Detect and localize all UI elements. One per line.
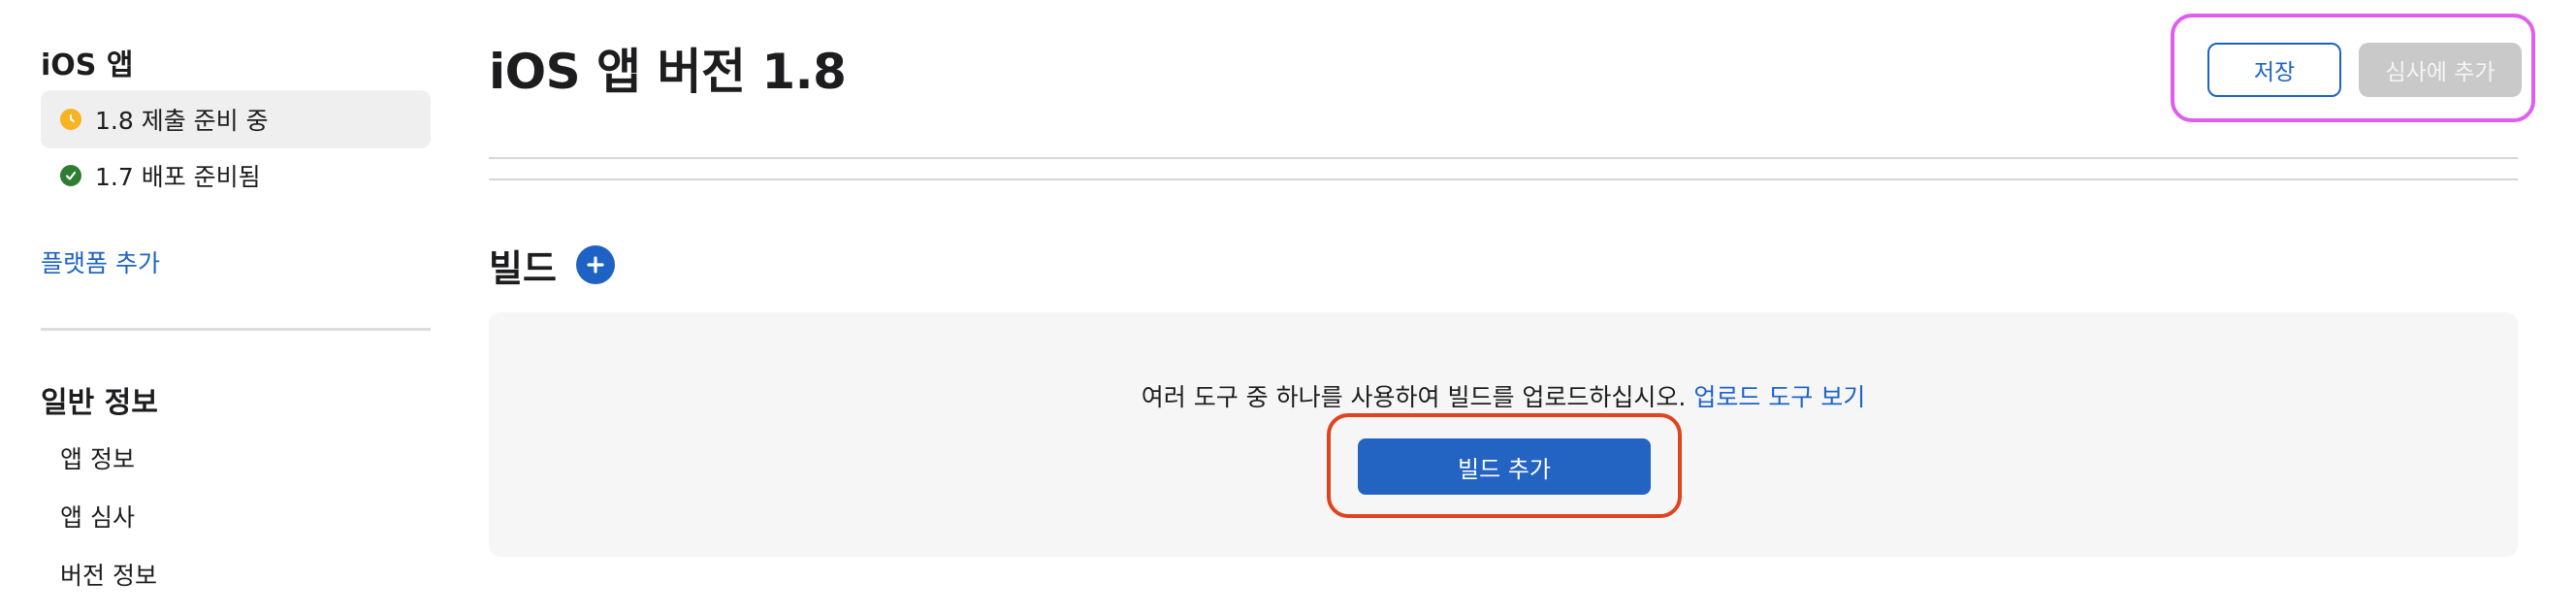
checkmark-icon <box>60 165 81 186</box>
divider <box>489 157 2518 159</box>
header-actions-highlight: 저장 심사에 추가 <box>2171 14 2535 122</box>
sidebar-divider <box>41 328 431 331</box>
sidebar-item-version-1-8[interactable]: 1.8 제출 준비 중 <box>41 90 431 148</box>
sidebar-item-app-info[interactable]: 앱 정보 <box>60 440 135 475</box>
build-upload-panel: 여러 도구 중 하나를 사용하여 빌드를 업로드하십시오. 업로드 도구 보기 … <box>489 312 2518 557</box>
sidebar-item-label: 1.7 배포 준비됨 <box>95 163 261 191</box>
divider <box>489 178 2518 180</box>
sidebar-item-version-info[interactable]: 버전 정보 <box>60 557 157 592</box>
sidebar-item-app-review[interactable]: 앱 심사 <box>60 499 135 534</box>
build-upload-message: 여러 도구 중 하나를 사용하여 빌드를 업로드하십시오. 업로드 도구 보기 <box>489 378 2518 413</box>
add-to-review-button[interactable]: 심사에 추가 <box>2359 43 2522 97</box>
app-store-connect-page: iOS 앱 1.8 제출 준비 중 1.7 배포 준비됨 플랫폼 추가 일반 정… <box>0 0 2576 615</box>
add-build-highlight: 빌드 추가 <box>1327 413 1682 518</box>
sidebar-item-version-1-7[interactable]: 1.7 배포 준비됨 <box>41 146 431 205</box>
clock-icon <box>60 109 81 130</box>
sidebar-heading-ios-app: iOS 앱 <box>41 49 134 82</box>
save-button[interactable]: 저장 <box>2207 43 2341 97</box>
page-title: iOS 앱 버전 1.8 <box>489 44 847 100</box>
sidebar: iOS 앱 1.8 제출 준비 중 1.7 배포 준비됨 플랫폼 추가 일반 정… <box>41 0 431 615</box>
upload-tools-link[interactable]: 업로드 도구 보기 <box>1693 383 1865 411</box>
add-build-button[interactable]: 빌드 추가 <box>1358 438 1651 495</box>
sidebar-item-label: 1.8 제출 준비 중 <box>95 107 269 135</box>
build-section-title: 빌드 <box>489 247 557 290</box>
add-platform-link[interactable]: 플랫폼 추가 <box>41 244 160 279</box>
build-description: 여러 도구 중 하나를 사용하여 빌드를 업로드하십시오. <box>1141 383 1687 411</box>
add-build-plus-icon[interactable] <box>576 245 615 284</box>
sidebar-heading-general-info: 일반 정보 <box>41 386 158 420</box>
